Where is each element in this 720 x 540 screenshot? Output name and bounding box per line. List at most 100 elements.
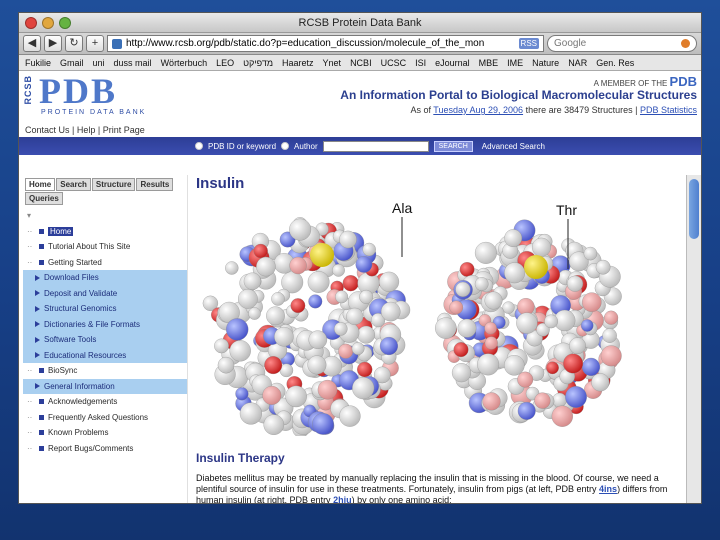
pdb-search-input[interactable]: [322, 140, 429, 152]
bookmark-item[interactable]: NCBI: [350, 58, 372, 68]
atom-sphere: [307, 271, 330, 293]
bookmark-item[interactable]: uni: [93, 58, 105, 68]
tab-queries[interactable]: Queries: [25, 192, 63, 205]
pdb-entry-4ins-link[interactable]: 4ins: [599, 484, 617, 494]
contact-us-link[interactable]: Contact Us: [25, 125, 70, 135]
sidebar-item[interactable]: ·· Home: [23, 223, 187, 239]
back-button[interactable]: ◀: [23, 35, 41, 52]
tab-results[interactable]: Results: [136, 178, 174, 191]
rss-badge[interactable]: RSS: [518, 38, 539, 49]
tree-connector-icon: ··: [27, 443, 33, 453]
pdb-id-label: PDB ID or keyword: [208, 141, 277, 151]
nav-collapse-toggle[interactable]: ▾: [23, 208, 187, 224]
sidebar-item[interactable]: ·· Tutorial About This Site: [23, 239, 187, 255]
sidebar-item-label: Structural Genomics: [44, 304, 117, 314]
bookmark-item[interactable]: eJournal: [435, 58, 470, 68]
search-input[interactable]: Google: [547, 35, 697, 52]
bookmark-item[interactable]: NAR: [568, 58, 587, 68]
atom-sphere: [290, 298, 306, 313]
sidebar-item[interactable]: ·· Acknowledgements: [23, 394, 187, 410]
bookmark-item[interactable]: IME: [507, 58, 523, 68]
bookmark-item[interactable]: Nature: [532, 58, 559, 68]
sidebar-item[interactable]: Software Tools: [23, 332, 187, 348]
print-page-link[interactable]: Print Page: [103, 125, 145, 135]
add-bookmark-button[interactable]: +: [86, 35, 104, 52]
atom-sphere: [600, 345, 622, 367]
atom-sphere: [504, 229, 523, 247]
pdb-logo[interactable]: PDB: [39, 73, 117, 109]
sidebar-item[interactable]: Deposit and Validate: [23, 286, 187, 302]
close-window-button[interactable]: [25, 17, 37, 29]
atom-sphere: [516, 312, 538, 334]
bookmark-item[interactable]: ISI: [415, 58, 426, 68]
sidebar-item[interactable]: ·· Report Bugs/Comments: [23, 440, 187, 456]
sulfur-atom: [524, 255, 548, 279]
bookmark-item[interactable]: MBE: [479, 58, 499, 68]
atom-sphere: [357, 325, 375, 344]
zoom-window-button[interactable]: [59, 17, 71, 29]
structure-count: As of Tuesday Aug 29, 2006 there are 384…: [410, 105, 697, 115]
bookmark-item[interactable]: Gmail: [60, 58, 84, 68]
wwpdb-logo: PDB: [669, 74, 697, 89]
atom-sphere: [332, 263, 345, 277]
atom-sphere: [238, 289, 258, 309]
sidebar-item[interactable]: Dictionaries & File Formats: [23, 317, 187, 333]
sidebar-item[interactable]: Educational Resources: [23, 348, 187, 364]
search-strip: PDB ID or keyword Author SEARCH Advanced…: [19, 137, 701, 155]
vertical-scrollbar[interactable]: [686, 175, 701, 503]
thr-label: Thr: [556, 202, 577, 218]
sidebar-item-label: Getting Started: [48, 257, 102, 267]
atom-sphere: [517, 371, 534, 388]
bookmark-item[interactable]: duss mail: [114, 58, 152, 68]
tab-search[interactable]: Search: [56, 178, 91, 191]
atom-sphere: [289, 218, 312, 241]
atom-sphere: [504, 355, 525, 376]
bookmark-item[interactable]: Haaretz: [282, 58, 314, 68]
atom-sphere: [317, 379, 338, 400]
bookmark-item[interactable]: LEO: [216, 58, 234, 68]
tab-structure[interactable]: Structure: [91, 178, 136, 191]
pdb-id-radio[interactable]: [195, 142, 203, 150]
site-icon: [112, 38, 122, 49]
member-badge[interactable]: A MEMBER OF THE PDB: [594, 74, 697, 89]
atom-sphere: [229, 340, 251, 362]
help-link[interactable]: Help: [77, 125, 96, 135]
bookmark-item[interactable]: מדפיקט: [243, 58, 273, 68]
tree-connector-icon: ··: [27, 242, 33, 252]
atom-sphere: [243, 272, 262, 290]
atom-sphere: [253, 243, 268, 259]
asof-date-link[interactable]: Tuesday Aug 29, 2006: [433, 105, 523, 115]
tab-home[interactable]: Home: [25, 178, 56, 191]
sidebar-item[interactable]: General Information: [23, 379, 187, 395]
sidebar-item[interactable]: Download Files: [23, 270, 187, 286]
sidebar-item[interactable]: ·· Frequently Asked Questions: [23, 409, 187, 425]
pdb-statistics-link[interactable]: PDB Statistics: [640, 105, 697, 115]
scrollbar-thumb[interactable]: [689, 179, 699, 239]
human-insulin-model: [435, 219, 622, 427]
sidebar-item[interactable]: ·· BioSync: [23, 363, 187, 379]
bookmark-item[interactable]: Gen. Res: [596, 58, 634, 68]
advanced-search-link[interactable]: Advanced Search: [482, 142, 545, 151]
atom-sphere: [256, 256, 276, 277]
search-clear-icon[interactable]: [681, 39, 690, 48]
pig-insulin-model: [202, 217, 411, 436]
forward-button[interactable]: ▶: [44, 35, 62, 52]
bookmark-item[interactable]: Fukilie: [25, 58, 51, 68]
author-radio[interactable]: [281, 142, 290, 150]
search-button[interactable]: SEARCH: [433, 140, 473, 152]
minimize-window-button[interactable]: [42, 17, 54, 29]
sidebar-item[interactable]: ·· Getting Started: [23, 254, 187, 270]
atom-sphere: [264, 356, 283, 375]
bookmark-item[interactable]: UCSC: [381, 58, 407, 68]
atom-sphere: [214, 338, 229, 354]
atom-sphere: [551, 405, 573, 427]
sidebar-item[interactable]: ·· Known Problems: [23, 425, 187, 441]
pdb-entry-2hiu-link[interactable]: 2hiu: [333, 495, 352, 503]
bookmark-item[interactable]: Ynet: [323, 58, 342, 68]
bookmark-item[interactable]: Wörterbuch: [161, 58, 208, 68]
atom-sphere: [338, 343, 354, 359]
asof-prefix: As of: [410, 105, 431, 115]
address-bar[interactable]: http://www.rcsb.org/pdb/static.do?p=educ…: [107, 35, 544, 52]
sidebar-item[interactable]: Structural Genomics: [23, 301, 187, 317]
reload-button[interactable]: ↻: [65, 35, 83, 52]
